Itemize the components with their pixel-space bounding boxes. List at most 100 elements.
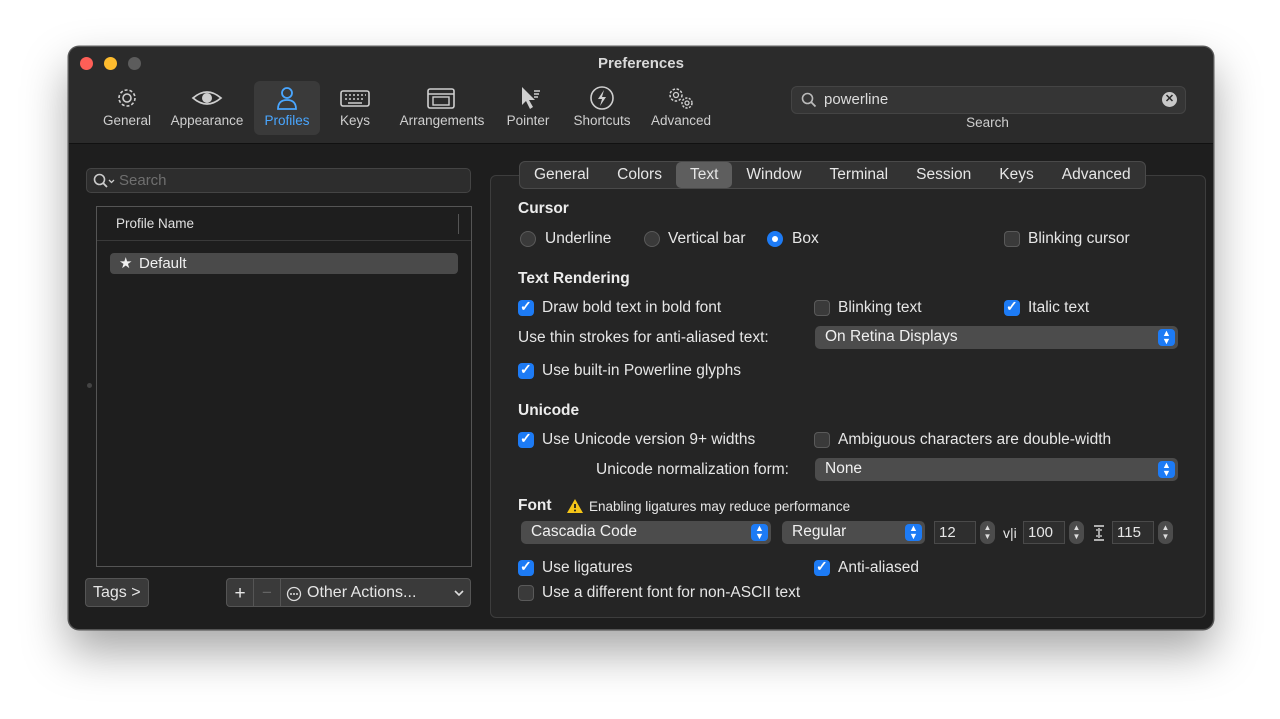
keyboard-icon	[340, 90, 370, 107]
tab-advanced[interactable]: Advanced	[1048, 162, 1145, 188]
non-ascii-font-checkbox[interactable]	[518, 585, 534, 601]
search-icon	[93, 173, 115, 188]
profile-search-field[interactable]: Search	[86, 168, 471, 193]
toolbar-search-label: Search	[966, 115, 1009, 130]
use-ligatures-checkbox[interactable]	[518, 558, 534, 576]
column-header-profile-name: Profile Name	[116, 216, 195, 231]
add-profile-button[interactable]: +	[226, 578, 254, 607]
ambiguous-width-checkbox[interactable]	[814, 432, 830, 448]
toolbar-appearance[interactable]: Appearance	[165, 81, 249, 135]
ellipsis-circle-icon	[286, 586, 302, 602]
font-heading: Font	[518, 497, 552, 514]
table-row[interactable]: ★ Default	[110, 253, 458, 274]
updown-chevron-icon: ▲ ▼	[1158, 329, 1175, 346]
thin-strokes-label: Use thin strokes for anti-aliased text:	[518, 329, 769, 346]
remove-profile-button[interactable]: −	[253, 578, 281, 607]
star-icon: ★	[119, 255, 133, 272]
font-style-value: Regular	[792, 523, 847, 540]
pointer-icon	[522, 87, 540, 109]
anti-aliased-checkbox[interactable]	[814, 558, 830, 576]
hspacing-field[interactable]: 100	[1023, 521, 1065, 544]
vspacing-field[interactable]: 115	[1112, 521, 1154, 544]
profile-search-placeholder: Search	[119, 172, 167, 189]
tab-session[interactable]: Session	[902, 162, 985, 188]
toolbar-profiles-label: Profiles	[264, 113, 310, 128]
powerline-glyphs-checkbox[interactable]	[518, 361, 534, 379]
vspacing-stepper[interactable]: ▲ ▼	[1158, 521, 1173, 544]
bold-font-checkbox[interactable]	[518, 298, 534, 316]
pane-resize-handle[interactable]	[87, 383, 92, 388]
toolbar-profiles[interactable]: Profiles	[254, 81, 320, 135]
font-style-select[interactable]: Regular ▲ ▼	[782, 521, 925, 544]
tab-general[interactable]: General	[520, 162, 603, 188]
unicode-heading: Unicode	[518, 402, 580, 419]
toolbar-general[interactable]: General	[97, 81, 157, 135]
ambiguous-width-label: Ambiguous characters are double-width	[838, 431, 1112, 448]
tab-keys[interactable]: Keys	[985, 162, 1047, 188]
preferences-window: Preferences General Appearance Profiles …	[68, 46, 1214, 630]
toolbar-pointer-label: Pointer	[506, 113, 550, 128]
normalization-select[interactable]: None ▲ ▼	[815, 458, 1178, 481]
updown-chevron-icon: ▲ ▼	[751, 524, 768, 541]
tab-colors[interactable]: Colors	[603, 162, 676, 188]
radio-vertical-bar-label: Vertical bar	[668, 230, 746, 247]
toolbar-advanced[interactable]: Advanced	[645, 81, 717, 135]
toolbar-shortcuts-label: Shortcuts	[573, 113, 631, 128]
eye-icon	[191, 91, 223, 105]
radio-vertical-bar[interactable]	[644, 231, 660, 247]
unicode-v9-label: Use Unicode version 9+ widths	[542, 431, 756, 448]
tags-button-label: Tags >	[93, 584, 141, 601]
text-rendering-heading: Text Rendering	[518, 270, 630, 287]
font-size-field[interactable]: 12	[934, 521, 976, 544]
use-ligatures-label: Use ligatures	[542, 559, 633, 576]
radio-underline[interactable]	[520, 231, 536, 247]
font-family-select[interactable]: Cascadia Code ▲ ▼	[521, 521, 771, 544]
toolbar-search-value: powerline	[824, 91, 889, 108]
radio-box-label: Box	[792, 230, 819, 247]
gears-icon	[669, 88, 693, 109]
radio-underline-label: Underline	[545, 230, 612, 247]
unicode-v9-checkbox[interactable]	[518, 430, 534, 448]
tab-text[interactable]: Text	[675, 162, 733, 188]
toolbar-arrangements[interactable]: Arrangements	[393, 81, 491, 135]
toolbar-keys[interactable]: Keys	[327, 81, 383, 135]
bold-font-label: Draw bold text in bold font	[542, 299, 722, 316]
profiles-table-header[interactable]: Profile Name	[97, 207, 471, 241]
radio-box[interactable]	[767, 231, 783, 247]
other-actions-label: Other Actions...	[307, 584, 417, 601]
italic-text-checkbox[interactable]	[1004, 298, 1020, 316]
toolbar-pointer[interactable]: Pointer	[501, 81, 555, 135]
tab-window[interactable]: Window	[732, 162, 815, 188]
thin-strokes-value: On Retina Displays	[825, 328, 958, 345]
toolbar-arrangements-label: Arrangements	[399, 113, 485, 128]
tags-button[interactable]: Tags >	[85, 578, 149, 607]
blinking-text-checkbox[interactable]	[814, 300, 830, 316]
profile-tabs: General Colors Text Window Terminal Sess…	[519, 161, 1146, 189]
window-title: Preferences	[598, 55, 684, 72]
clear-search-icon[interactable]: ✕	[1162, 92, 1177, 107]
blinking-cursor-checkbox[interactable]	[1004, 231, 1020, 247]
updown-chevron-icon: ▲ ▼	[905, 524, 922, 541]
font-size-stepper[interactable]: ▲ ▼	[980, 521, 995, 544]
bolt-icon	[590, 86, 614, 110]
hspacing-icon: v|i	[1003, 525, 1017, 541]
profile-name: Default	[139, 255, 187, 272]
italic-text-label: Italic text	[1028, 299, 1090, 316]
column-divider	[458, 214, 459, 234]
powerline-glyphs-label: Use built-in Powerline glyphs	[542, 362, 742, 379]
tab-terminal[interactable]: Terminal	[816, 162, 903, 188]
toolbar-shortcuts[interactable]: Shortcuts	[567, 81, 637, 135]
hspacing-stepper[interactable]: ▲ ▼	[1069, 521, 1084, 544]
toolbar-search-field[interactable]: powerline ✕	[791, 86, 1186, 114]
vspacing-icon	[1094, 525, 1104, 541]
other-actions-button[interactable]: Other Actions...	[280, 578, 471, 607]
toolbar: Preferences General Appearance Profiles …	[69, 47, 1213, 144]
search-icon	[801, 92, 817, 108]
plus-icon: +	[234, 583, 246, 604]
font-family-value: Cascadia Code	[531, 523, 637, 540]
normalization-value: None	[825, 460, 863, 477]
non-ascii-font-label: Use a different font for non-ASCII text	[542, 584, 801, 601]
thin-strokes-select[interactable]: On Retina Displays ▲ ▼	[815, 326, 1178, 349]
toolbar-keys-label: Keys	[339, 113, 370, 128]
anti-aliased-label: Anti-aliased	[838, 559, 919, 576]
